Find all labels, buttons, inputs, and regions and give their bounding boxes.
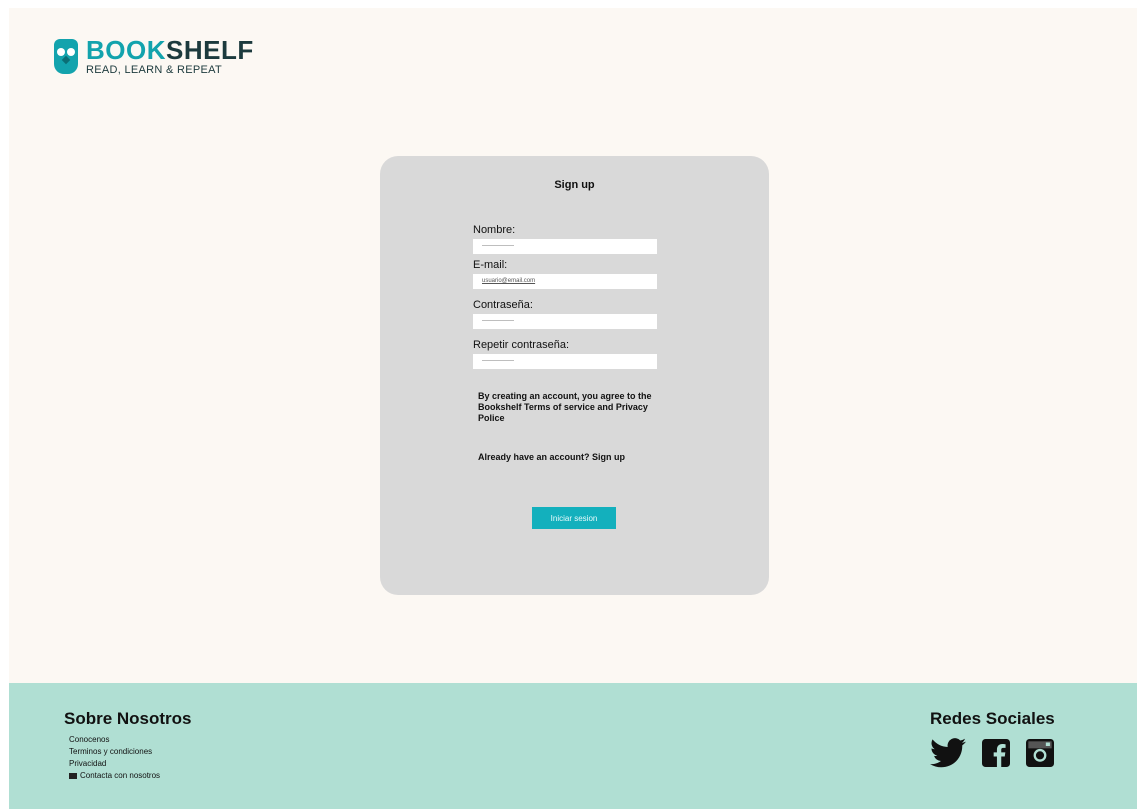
about-title: Sobre Nosotros — [64, 709, 192, 728]
repeat-password-label: Repetir contraseña: — [473, 339, 569, 351]
password-field-group: Contraseña: — [473, 299, 657, 329]
footer: Sobre Nosotros Conocenos Terminos y cond… — [9, 683, 1137, 809]
brand-tagline: READ, LEARN & REPEAT — [86, 64, 222, 76]
twitter-icon[interactable] — [930, 738, 966, 773]
email-input[interactable] — [473, 274, 657, 289]
footer-link-conocenos[interactable]: Conocenos — [69, 734, 160, 746]
repeat-password-input[interactable] — [473, 354, 657, 369]
footer-link-contacto[interactable]: Contacta con nosotros — [69, 770, 160, 782]
password-input[interactable] — [473, 314, 657, 329]
signup-card: Sign up Nombre: E-mail: Contraseña: Repe… — [380, 156, 769, 595]
footer-link-privacidad[interactable]: Privacidad — [69, 758, 160, 770]
signin-link[interactable]: Already have an account? Sign up — [478, 452, 625, 462]
terms-notice[interactable]: By creating an account, you agree to the… — [478, 391, 668, 424]
brand-logo[interactable]: BOOKSHELF READ, LEARN & REPEAT — [54, 37, 254, 76]
email-label: E-mail: — [473, 259, 508, 271]
repeat-password-field-group: Repetir contraseña: — [473, 339, 657, 369]
social-title: Redes Sociales — [930, 709, 1055, 728]
about-links: Conocenos Terminos y condiciones Privaci… — [69, 734, 160, 782]
signup-title: Sign up — [554, 179, 595, 191]
name-field-group: Nombre: — [473, 224, 657, 254]
page-frame: BOOKSHELF READ, LEARN & REPEAT Sign up N… — [9, 8, 1137, 809]
instagram-icon[interactable] — [1026, 739, 1054, 772]
brand-name: BOOKSHELF — [86, 35, 254, 65]
password-label: Contraseña: — [473, 299, 533, 311]
mail-icon — [69, 772, 77, 779]
facebook-icon[interactable] — [982, 739, 1010, 772]
footer-link-terminos[interactable]: Terminos y condiciones — [69, 746, 160, 758]
name-label: Nombre: — [473, 224, 516, 236]
email-field-group: E-mail: — [473, 259, 657, 289]
submit-button[interactable]: Iniciar sesion — [532, 507, 616, 529]
name-input[interactable] — [473, 239, 657, 254]
owl-logo-icon — [54, 39, 78, 74]
social-icons — [930, 738, 1054, 773]
